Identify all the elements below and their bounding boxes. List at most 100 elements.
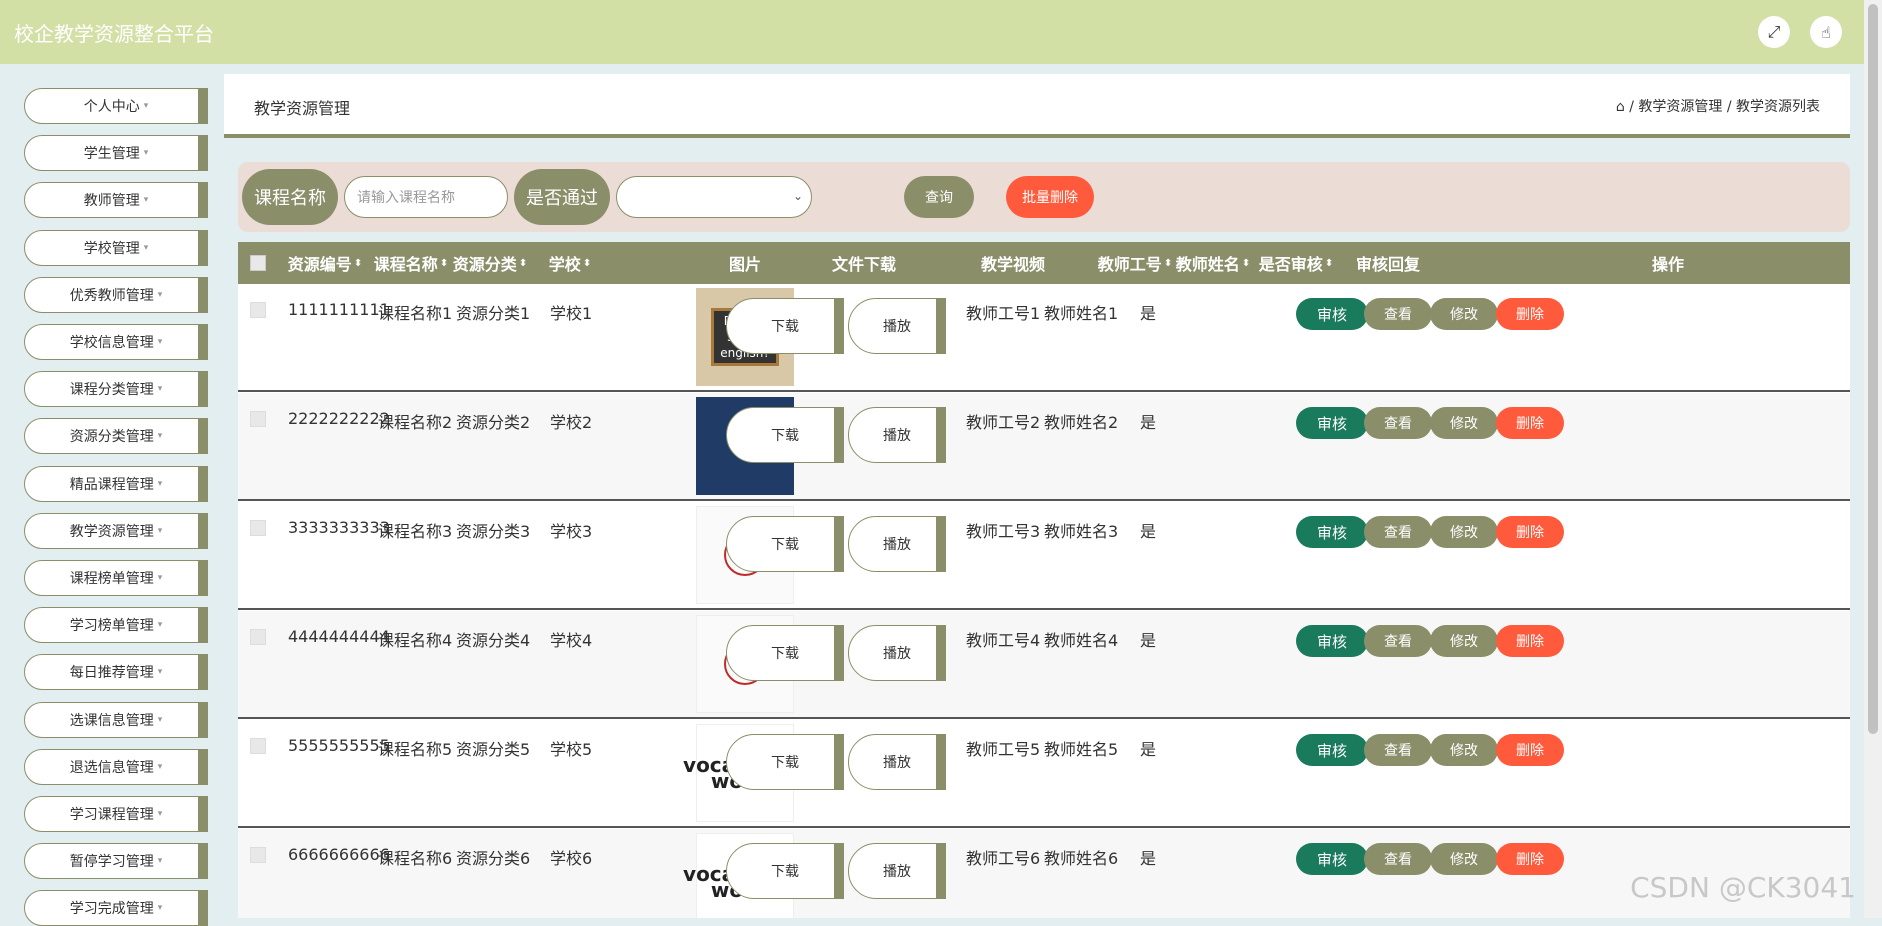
caret-down-icon: ▾ [157, 809, 163, 819]
audit-button[interactable]: 审核 [1296, 407, 1368, 439]
row-checkbox[interactable] [250, 738, 266, 754]
sort-icon: ⬍ [518, 257, 528, 269]
view-button[interactable]: 查看 [1364, 625, 1432, 657]
sidebar-item[interactable]: 教师管理 ▾ [24, 182, 208, 219]
sidebar-item[interactable]: 教学资源管理 ▾ [24, 512, 208, 549]
edit-button[interactable]: 修改 [1430, 407, 1498, 439]
sidebar-item-label: 学习课程管理 [69, 807, 154, 823]
row-checkbox[interactable] [250, 847, 266, 863]
sidebar-item[interactable]: 暂停学习管理 ▾ [24, 843, 208, 880]
col-resource-id[interactable]: 资源编号 ⬍ [278, 242, 372, 284]
sidebar-item[interactable]: 学生管理 ▾ [24, 135, 208, 172]
col-course-name[interactable]: 课程名称 ⬍ [372, 242, 450, 284]
sidebar-item-label: 暂停学习管理 [69, 854, 154, 871]
edit-button[interactable]: 修改 [1430, 516, 1498, 548]
row-checkbox[interactable] [250, 302, 266, 318]
caret-down-icon: ▾ [143, 101, 149, 111]
fullscreen-button[interactable]: ⤢ [1758, 16, 1790, 48]
pointer-button[interactable]: ☝ [1810, 16, 1842, 48]
play-video-button[interactable]: 播放 [848, 516, 946, 572]
audit-button[interactable]: 审核 [1296, 625, 1368, 657]
sidebar-item[interactable]: 资源分类管理 ▾ [24, 418, 208, 455]
sidebar-item[interactable]: 个人中心 ▾ [24, 88, 208, 124]
sidebar-item[interactable]: 课程分类管理 ▾ [24, 371, 208, 408]
col-audited[interactable]: 是否审核 ⬍ [1252, 242, 1340, 284]
download-button[interactable]: 下载 [726, 298, 844, 354]
cell-teacher-no: 教师工号2 [966, 413, 1041, 432]
app-title: 校企教学资源整合平台 [14, 22, 214, 46]
col-category[interactable]: 资源分类 ⬍ [450, 242, 530, 284]
play-video-button[interactable]: 播放 [848, 734, 946, 790]
sidebar-item[interactable]: 学习榜单管理 ▾ [24, 607, 208, 644]
sidebar-item[interactable]: 精品课程管理 ▾ [24, 465, 208, 502]
sidebar-item-label: 学校管理 [83, 240, 140, 257]
breadcrumb-item[interactable]: 教学资源管理 [1638, 99, 1722, 115]
col-teacher-name[interactable]: 教师姓名 ⬍ [1174, 242, 1252, 284]
cell-course-name: 课程名称3 [378, 522, 453, 541]
cell-course-name: 课程名称4 [378, 631, 453, 650]
watermark: CSDN @CK3041 [1630, 871, 1856, 904]
sidebar-item[interactable]: 课程榜单管理 ▾ [24, 560, 208, 596]
sidebar-item-label: 个人中心 [83, 99, 140, 115]
edit-button[interactable]: 修改 [1430, 298, 1498, 330]
sidebar-item[interactable]: 学校信息管理 ▾ [24, 324, 208, 360]
delete-button[interactable]: 删除 [1496, 516, 1564, 548]
audit-button[interactable]: 审核 [1296, 298, 1368, 330]
view-button[interactable]: 查看 [1364, 407, 1432, 439]
view-button[interactable]: 查看 [1364, 516, 1432, 548]
play-video-button[interactable]: 播放 [848, 625, 946, 681]
row-checkbox[interactable] [250, 629, 266, 645]
audit-button[interactable]: 审核 [1296, 734, 1368, 766]
sidebar-item[interactable]: 选课信息管理 ▾ [24, 701, 208, 738]
audit-button[interactable]: 审核 [1296, 516, 1368, 548]
edit-button[interactable]: 修改 [1430, 843, 1498, 875]
row-checkbox[interactable] [250, 411, 266, 427]
download-button[interactable]: 下载 [726, 625, 844, 681]
cell-teacher-name: 教师姓名2 [1044, 413, 1119, 432]
sidebar-item[interactable]: 学习课程管理 ▾ [24, 796, 208, 832]
download-button[interactable]: 下载 [726, 843, 844, 899]
play-video-button[interactable]: 播放 [848, 407, 946, 463]
download-button[interactable]: 下载 [726, 516, 844, 572]
delete-button[interactable]: 删除 [1496, 298, 1564, 330]
delete-button[interactable]: 删除 [1496, 734, 1564, 766]
view-button[interactable]: 查看 [1364, 734, 1432, 766]
sidebar-item[interactable]: 优秀教师管理 ▾ [24, 276, 208, 313]
batch-delete-button[interactable]: 批量删除 [1006, 176, 1094, 218]
view-button[interactable]: 查看 [1364, 843, 1432, 875]
sort-icon: ⬍ [439, 257, 449, 269]
cell-category: 资源分类6 [456, 849, 531, 868]
select-all-checkbox[interactable] [250, 255, 266, 271]
sidebar-item[interactable]: 退选信息管理 ▾ [24, 748, 208, 785]
col-school[interactable]: 学校 ⬍ [530, 242, 610, 284]
play-video-button[interactable]: 播放 [848, 298, 946, 354]
caret-down-icon: ▾ [157, 856, 163, 867]
scrollbar-thumb[interactable] [1868, 4, 1878, 734]
cell-teacher-no: 教师工号1 [966, 304, 1041, 323]
delete-button[interactable]: 删除 [1496, 843, 1564, 875]
col-teacher-no[interactable]: 教师工号 ⬍ [1096, 242, 1174, 284]
play-video-button[interactable]: 播放 [848, 843, 946, 899]
sort-icon: ⬍ [353, 257, 363, 269]
delete-button[interactable]: 删除 [1496, 407, 1564, 439]
row-checkbox[interactable] [250, 520, 266, 536]
edit-button[interactable]: 修改 [1430, 625, 1498, 657]
audit-button[interactable]: 审核 [1296, 843, 1368, 875]
course-name-input[interactable]: 请输入课程名称 [344, 176, 508, 218]
query-button[interactable]: 查询 [904, 176, 974, 218]
home-icon[interactable]: ⌂ [1616, 99, 1625, 115]
download-button[interactable]: 下载 [726, 734, 844, 790]
page-scrollbar[interactable] [1864, 0, 1882, 918]
download-button[interactable]: 下载 [726, 407, 844, 463]
pass-select[interactable]: ⌄ [616, 176, 812, 218]
sidebar-item[interactable]: 学习完成管理 ▾ [24, 890, 208, 926]
sidebar-item[interactable]: 学校管理 ▾ [24, 229, 208, 266]
sidebar-item[interactable]: 每日推荐管理 ▾ [24, 654, 208, 691]
edit-button[interactable]: 修改 [1430, 734, 1498, 766]
cell-course-name: 课程名称1 [378, 304, 453, 323]
cell-teacher-name: 教师姓名5 [1044, 740, 1119, 759]
view-button[interactable]: 查看 [1364, 298, 1432, 330]
cell-audited: 是 [1140, 631, 1157, 650]
table-row: 2222222222 课程名称2 资源分类2 学校2 下载 播放 教师工号2 教师姓名2 是 审核… [238, 393, 1850, 501]
delete-button[interactable]: 删除 [1496, 625, 1564, 657]
